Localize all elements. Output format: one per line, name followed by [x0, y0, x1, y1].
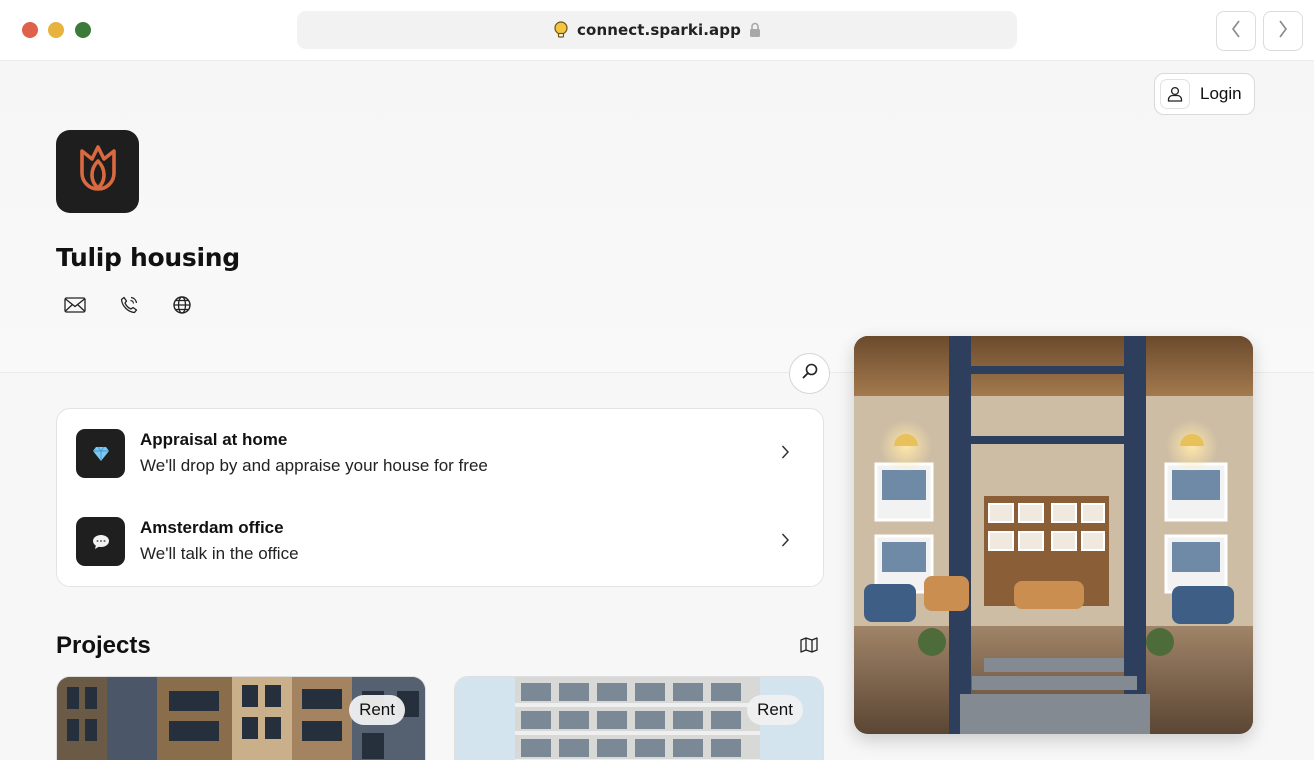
chevron-right-icon — [777, 531, 793, 549]
close-window-button[interactable] — [22, 22, 38, 38]
project-badge: Rent — [349, 695, 405, 725]
user-icon — [1160, 79, 1190, 109]
chevron-left-icon — [1230, 19, 1242, 44]
service-title: Amsterdam office — [140, 518, 284, 537]
project-badge: Rent — [747, 695, 803, 725]
address-bar[interactable]: connect.sparki.app — [297, 11, 1017, 49]
project-card[interactable]: Rent — [454, 676, 824, 760]
login-label: Login — [1200, 84, 1242, 103]
mail-icon[interactable] — [63, 293, 87, 317]
tulip-icon — [72, 141, 124, 202]
url-text: connect.sparki.app — [577, 21, 741, 39]
projects-heading: Projects — [56, 632, 151, 659]
service-title: Appraisal at home — [140, 430, 288, 449]
back-button[interactable] — [1216, 11, 1256, 51]
office-photo — [854, 336, 1253, 734]
service-office[interactable]: Amsterdam office We'll talk in the offic… — [57, 497, 825, 585]
maximize-window-button[interactable] — [75, 22, 91, 38]
company-header — [0, 62, 1314, 372]
chevron-right-icon — [777, 443, 793, 461]
lightbulb-icon — [553, 21, 569, 39]
browser-toolbar: connect.sparki.app — [0, 0, 1314, 61]
globe-icon[interactable] — [170, 293, 194, 317]
phone-icon[interactable] — [117, 293, 141, 317]
diamond-icon — [76, 429, 125, 478]
map-icon[interactable] — [798, 634, 820, 656]
search-icon — [801, 362, 819, 385]
service-subtitle: We'll talk in the office — [140, 544, 299, 563]
login-button[interactable]: Login — [1154, 73, 1255, 115]
lock-icon — [749, 22, 761, 38]
search-button[interactable] — [789, 353, 830, 394]
service-appraisal[interactable]: Appraisal at home We'll drop by and appr… — [57, 409, 825, 497]
company-name: Tulip housing — [56, 243, 240, 272]
project-card[interactable]: Rent — [56, 676, 426, 760]
company-logo — [56, 130, 139, 213]
chevron-right-icon — [1277, 19, 1289, 44]
minimize-window-button[interactable] — [48, 22, 64, 38]
forward-button[interactable] — [1263, 11, 1303, 51]
chat-bubble-icon — [76, 517, 125, 566]
service-subtitle: We'll drop by and appraise your house fo… — [140, 456, 488, 475]
services-card: Appraisal at home We'll drop by and appr… — [56, 408, 824, 587]
